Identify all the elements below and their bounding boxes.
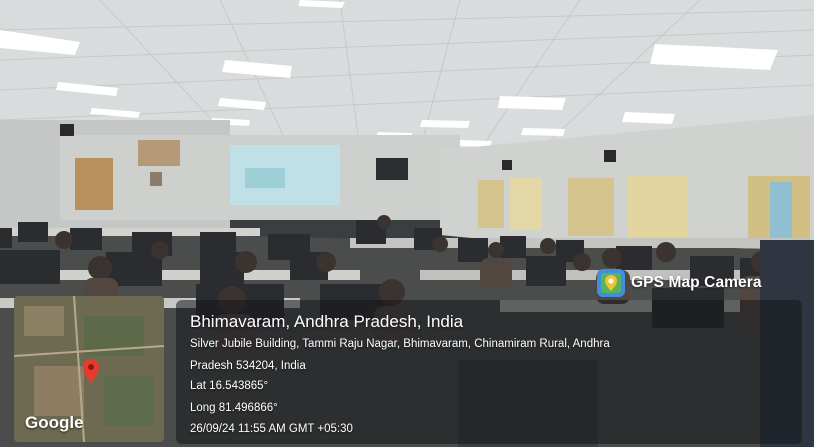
map-pin-icon	[597, 269, 625, 297]
latitude: Lat 16.543865°	[190, 380, 269, 392]
google-attribution: Google	[25, 413, 84, 432]
address-line-1: Silver Jubile Building, Tammi Raju Nagar…	[190, 338, 610, 350]
photo-scene: GPS Map Camera Google Bhimavaram, Andhra…	[0, 0, 814, 447]
door	[75, 158, 113, 210]
gps-map-camera-badge: GPS Map Camera	[597, 268, 801, 298]
address-line-2: Pradesh 534204, India	[190, 360, 306, 372]
badge-label: GPS Map Camera	[631, 274, 762, 291]
city-line: Bhimavaram, Andhra Pradesh, India	[190, 312, 464, 331]
map-pin-icon	[83, 359, 99, 383]
location-info-panel: Bhimavaram, Andhra Pradesh, India Silver…	[176, 300, 802, 444]
longitude: Long 81.496866°	[190, 402, 278, 414]
datetime: 26/09/24 11:55 AM GMT +05:30	[190, 423, 353, 435]
